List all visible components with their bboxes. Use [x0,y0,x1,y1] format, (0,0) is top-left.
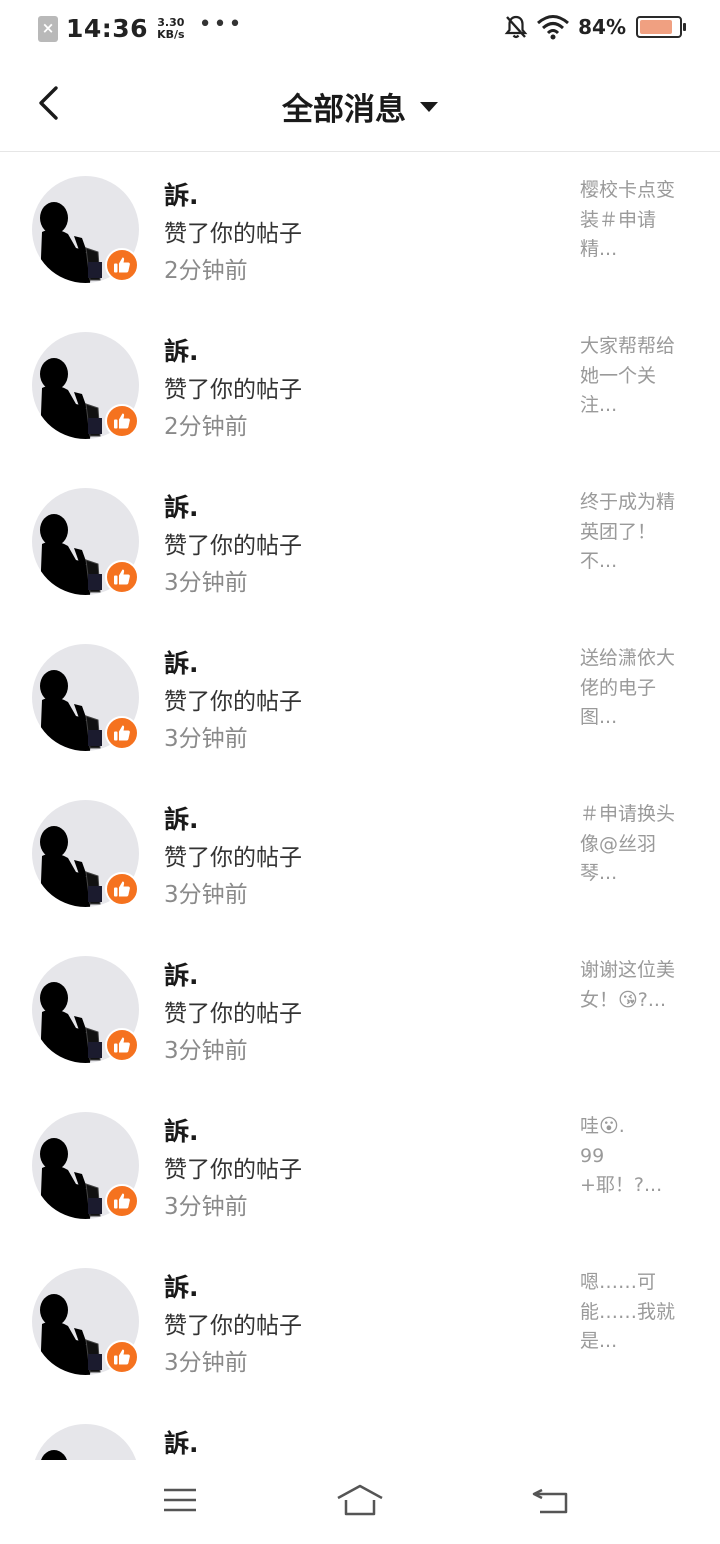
no-sim-icon: × [38,15,58,42]
notification-time: 3分钟前 [164,1350,248,1376]
post-preview[interactable]: ＃申请换头像@丝羽琴... [580,800,684,889]
battery-percent: 84% [578,15,626,39]
notification-time: 3分钟前 [164,1194,248,1220]
like-badge [105,248,139,282]
post-preview[interactable]: 嗯……可能……我就是... [580,1268,684,1357]
user-name[interactable]: 訴. [164,332,199,368]
user-name[interactable]: 訴. [164,800,199,836]
caret-down-icon [420,101,438,112]
user-name[interactable]: 訴. [164,176,199,212]
notification-time: 2分钟前 [164,258,248,284]
user-name[interactable]: 訴. [164,956,199,992]
notification-time: 3分钟前 [164,1038,248,1064]
thumbs-up-icon [114,1349,130,1365]
notification-item[interactable]: 訴. 赞了你的帖子 3分钟前 送给潇依大佬的电子图... [0,620,720,776]
battery-icon [636,16,686,38]
app-header: 全部消息 [0,58,720,152]
notification-action: 赞了你的帖子 [164,1157,302,1183]
thumbs-up-icon [114,881,130,897]
notification-time: 3分钟前 [164,882,248,908]
notification-action: 赞了你的帖子 [164,1001,302,1027]
back-nav-button[interactable] [520,1478,580,1522]
like-badge [105,1028,139,1062]
wifi-icon [537,15,570,40]
thumbs-up-icon [114,1193,130,1209]
home-icon [337,1484,383,1516]
thumbs-up-icon [114,725,130,741]
notification-time: 3分钟前 [164,726,248,752]
like-badge [105,872,139,906]
post-preview[interactable]: 樱校卡点变装＃申请精... [580,176,684,265]
like-badge [105,560,139,594]
network-speed-value: 3.30 [157,15,185,29]
system-nav-bar [0,1460,720,1544]
like-badge [105,716,139,750]
post-preview[interactable]: 大家帮帮给她一个关注... [580,332,684,421]
user-name[interactable]: 訴. [164,1424,199,1460]
like-badge [105,404,139,438]
notification-item[interactable]: 訴. 赞了你的帖子 3分钟前 嗯……可能……我就是... [0,1244,720,1400]
status-time: 14:36 [66,14,149,43]
notification-item[interactable]: 訴. 赞了你的帖子 3分钟前 ＃申请换头像@丝羽琴... [0,776,720,932]
notification-list[interactable]: 訴. 赞了你的帖子 2分钟前 樱校卡点变装＃申请精... 訴. 赞了你的帖子 2… [0,152,720,1460]
post-preview[interactable]: 哇😮. 99+耶！?... [580,1112,684,1201]
thumbs-up-icon [114,1037,130,1053]
notification-item[interactable]: 訴. [0,1400,720,1460]
thumbs-up-icon [114,413,130,429]
notification-item[interactable]: 訴. 赞了你的帖子 3分钟前 哇😮. 99+耶！?... [0,1088,720,1244]
status-bar: × 14:36 3.30 KB/s ••• 84% [0,0,720,58]
notification-time: 2分钟前 [164,414,248,440]
home-button[interactable] [330,1478,390,1522]
battery-level-fill [640,20,672,34]
post-preview[interactable]: 送给潇依大佬的电子图... [580,644,684,733]
post-preview[interactable]: 终于成为精英团了！不... [580,488,684,577]
notification-item[interactable]: 訴. 赞了你的帖子 3分钟前 谢谢这位美女！😘?... [0,932,720,1088]
more-notifications-icon: ••• [198,11,244,37]
notification-action: 赞了你的帖子 [164,377,302,403]
thumbs-up-icon [114,569,130,585]
bell-muted-icon [504,15,528,39]
user-name[interactable]: 訴. [164,644,199,680]
thumbs-up-icon [114,257,130,273]
menu-button[interactable] [150,1478,210,1522]
message-filter-dropdown[interactable]: 全部消息 [0,84,720,129]
like-badge [105,1184,139,1218]
status-right: 84% [504,14,686,40]
network-speed-unit: KB/s [157,27,185,41]
notification-item[interactable]: 訴. 赞了你的帖子 3分钟前 终于成为精英团了！不... [0,464,720,620]
notification-action: 赞了你的帖子 [164,689,302,715]
notification-item[interactable]: 訴. 赞了你的帖子 2分钟前 樱校卡点变装＃申请精... [0,152,720,308]
notification-action: 赞了你的帖子 [164,1313,302,1339]
network-speed: 3.30 KB/s [157,15,185,41]
return-icon [532,1488,568,1514]
notification-action: 赞了你的帖子 [164,221,302,247]
like-badge [105,1340,139,1374]
avatar[interactable] [32,1424,139,1460]
notification-time: 3分钟前 [164,570,248,596]
menu-icon [164,1488,196,1512]
notification-action: 赞了你的帖子 [164,845,302,871]
post-preview[interactable]: 谢谢这位美女！😘?... [580,956,684,1015]
user-name[interactable]: 訴. [164,488,199,524]
notification-action: 赞了你的帖子 [164,533,302,559]
silhouette-avatar-image [41,1450,67,1460]
page-title: 全部消息 [282,92,406,128]
user-name[interactable]: 訴. [164,1268,199,1304]
notification-item[interactable]: 訴. 赞了你的帖子 2分钟前 大家帮帮给她一个关注... [0,308,720,464]
status-left: × 14:36 3.30 KB/s ••• [38,11,244,43]
user-name[interactable]: 訴. [164,1112,199,1148]
